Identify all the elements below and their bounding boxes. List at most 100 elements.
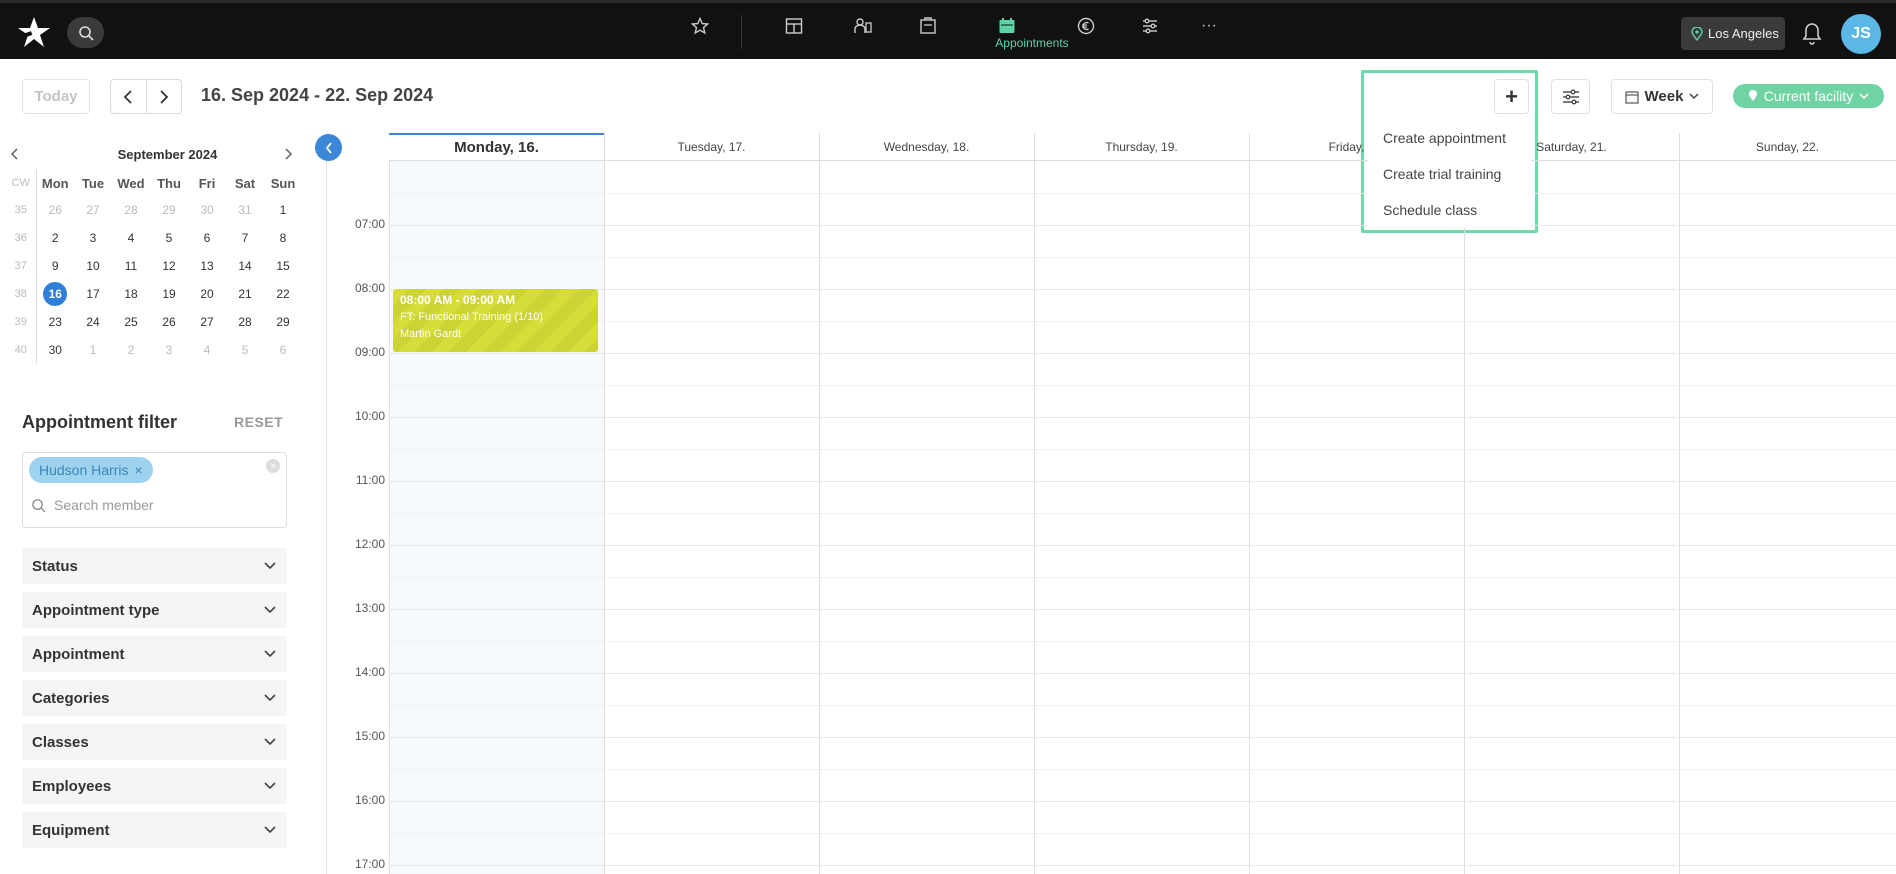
mini-cal-day[interactable]: 23 — [36, 308, 74, 336]
filter-appointment-type[interactable]: Appointment type — [22, 592, 287, 628]
chevron-down-icon — [264, 694, 276, 702]
collapse-sidebar-button[interactable] — [315, 134, 342, 161]
mini-cal-day[interactable]: 22 — [264, 280, 302, 308]
appointment-event[interactable]: 08:00 AM - 09:00 AM FT: Functional Train… — [393, 289, 598, 352]
member-search-input[interactable]: Search member — [54, 497, 154, 513]
view-settings-button[interactable] — [1551, 79, 1590, 114]
mini-cal-day[interactable]: 1 — [264, 196, 302, 224]
mini-cal-day[interactable]: 3 — [74, 224, 112, 252]
day-header-monday[interactable]: Monday, 16. — [389, 133, 604, 161]
remove-tag-icon[interactable]: × — [134, 462, 142, 478]
global-search-button[interactable] — [67, 17, 104, 48]
filter-employees[interactable]: Employees — [22, 768, 287, 804]
star-icon — [691, 17, 709, 35]
day-header-wednesday[interactable]: Wednesday, 18. — [819, 133, 1034, 161]
mini-cal-day[interactable]: 1 — [74, 336, 112, 364]
mini-cal-day[interactable]: 13 — [188, 252, 226, 280]
filter-classes[interactable]: Classes — [22, 724, 287, 760]
calendar-week-number: 38 — [6, 280, 37, 308]
create-appointment-item[interactable]: Create appointment — [1368, 120, 1531, 156]
nav-favorites[interactable] — [680, 13, 720, 39]
mini-cal-day[interactable]: 7 — [226, 224, 264, 252]
mini-cal-day[interactable]: 31 — [226, 196, 264, 224]
mini-cal-day[interactable]: 2 — [112, 336, 150, 364]
mini-cal-day[interactable]: 29 — [264, 308, 302, 336]
next-week-button[interactable] — [147, 80, 182, 113]
mini-cal-day[interactable]: 27 — [188, 308, 226, 336]
mini-cal-day[interactable]: 3 — [150, 336, 188, 364]
day-header-tuesday[interactable]: Tuesday, 17. — [604, 133, 819, 161]
mini-cal-day[interactable]: 5 — [226, 336, 264, 364]
selected-day[interactable]: 16 — [43, 282, 68, 306]
filter-equipment[interactable]: Equipment — [22, 812, 287, 848]
mini-cal-day[interactable]: 28 — [112, 196, 150, 224]
mini-cal-day[interactable]: 11 — [112, 252, 150, 280]
prev-week-button[interactable] — [111, 80, 147, 113]
mini-cal-day[interactable]: 26 — [150, 308, 188, 336]
filter-section-label: Classes — [32, 733, 89, 751]
member-tag[interactable]: Hudson Harris × — [29, 457, 153, 483]
mini-cal-day[interactable]: 29 — [150, 196, 188, 224]
schedule-class-item[interactable]: Schedule class — [1368, 192, 1531, 228]
mini-cal-day[interactable]: 28 — [226, 308, 264, 336]
event-time: 08:00 AM - 09:00 AM — [400, 293, 516, 307]
mini-cal-day[interactable]: 8 — [264, 224, 302, 252]
mini-cal-day[interactable]: 4 — [188, 336, 226, 364]
bell-icon[interactable] — [1800, 20, 1824, 46]
mini-cal-day[interactable]: 21 — [226, 280, 264, 308]
mini-cal-day[interactable]: 16 — [36, 280, 74, 308]
mini-cal-day[interactable]: 30 — [36, 336, 74, 364]
facility-filter[interactable]: Current facility — [1733, 84, 1884, 108]
mini-cal-day[interactable]: 17 — [74, 280, 112, 308]
mini-cal-day[interactable]: 10 — [74, 252, 112, 280]
mini-cal-day[interactable]: 18 — [112, 280, 150, 308]
mini-cal-next-button[interactable] — [285, 147, 293, 165]
time-label: 13:00 — [354, 601, 385, 615]
location-selector[interactable]: Los Angeles — [1681, 17, 1785, 50]
nav-finance[interactable] — [1066, 13, 1106, 39]
mini-cal-day[interactable]: 6 — [264, 336, 302, 364]
clear-icon[interactable]: × — [266, 459, 280, 473]
mini-cal-day[interactable]: 15 — [264, 252, 302, 280]
chevron-down-icon — [264, 650, 276, 658]
calendar-week-number: 37 — [6, 252, 37, 280]
mini-cal-day[interactable]: 25 — [112, 308, 150, 336]
nav-dashboard[interactable] — [774, 13, 814, 39]
mini-cal-day[interactable]: 19 — [150, 280, 188, 308]
mini-cal-day[interactable]: 24 — [74, 308, 112, 336]
nav-members[interactable] — [843, 13, 883, 39]
dashboard-icon — [785, 18, 803, 34]
mini-cal-day[interactable]: 5 — [150, 224, 188, 252]
create-button[interactable]: + — [1494, 79, 1529, 114]
event-title: FT: Functional Training (1/10) — [400, 311, 544, 323]
nav-checkin[interactable] — [908, 13, 948, 39]
mini-cal-day[interactable]: 30 — [188, 196, 226, 224]
weekday-header: Mon — [41, 175, 69, 191]
mini-cal-day[interactable]: 6 — [188, 224, 226, 252]
nav-settings[interactable] — [1130, 13, 1170, 39]
day-header-thursday[interactable]: Thursday, 19. — [1034, 133, 1249, 161]
mini-cal-day[interactable]: 26 — [36, 196, 74, 224]
mini-cal-day[interactable]: 4 — [112, 224, 150, 252]
grid-row-line — [389, 609, 1896, 610]
mini-cal-day[interactable]: 12 — [150, 252, 188, 280]
grid-column-line — [1034, 133, 1035, 874]
view-selector[interactable]: Week — [1611, 79, 1713, 114]
mini-cal-prev-button[interactable] — [10, 147, 18, 165]
app-logo[interactable] — [17, 15, 51, 49]
member-search[interactable]: Search member — [31, 497, 154, 513]
day-header-sunday[interactable]: Sunday, 22. — [1679, 133, 1896, 161]
today-button[interactable]: Today — [22, 79, 90, 114]
create-trial-training-item[interactable]: Create trial training — [1368, 156, 1531, 192]
reset-filter-button[interactable]: RESET — [234, 414, 283, 430]
user-avatar[interactable]: JS — [1841, 14, 1881, 54]
filter-status[interactable]: Status — [22, 548, 287, 584]
filter-appointment[interactable]: Appointment — [22, 636, 287, 672]
mini-cal-day[interactable]: 20 — [188, 280, 226, 308]
filter-categories[interactable]: Categories — [22, 680, 287, 716]
mini-cal-day[interactable]: 14 — [226, 252, 264, 280]
mini-cal-day[interactable]: 2 — [36, 224, 74, 252]
more-icon[interactable]: ··· — [1189, 13, 1229, 39]
mini-cal-day[interactable]: 27 — [74, 196, 112, 224]
mini-cal-day[interactable]: 9 — [36, 252, 74, 280]
